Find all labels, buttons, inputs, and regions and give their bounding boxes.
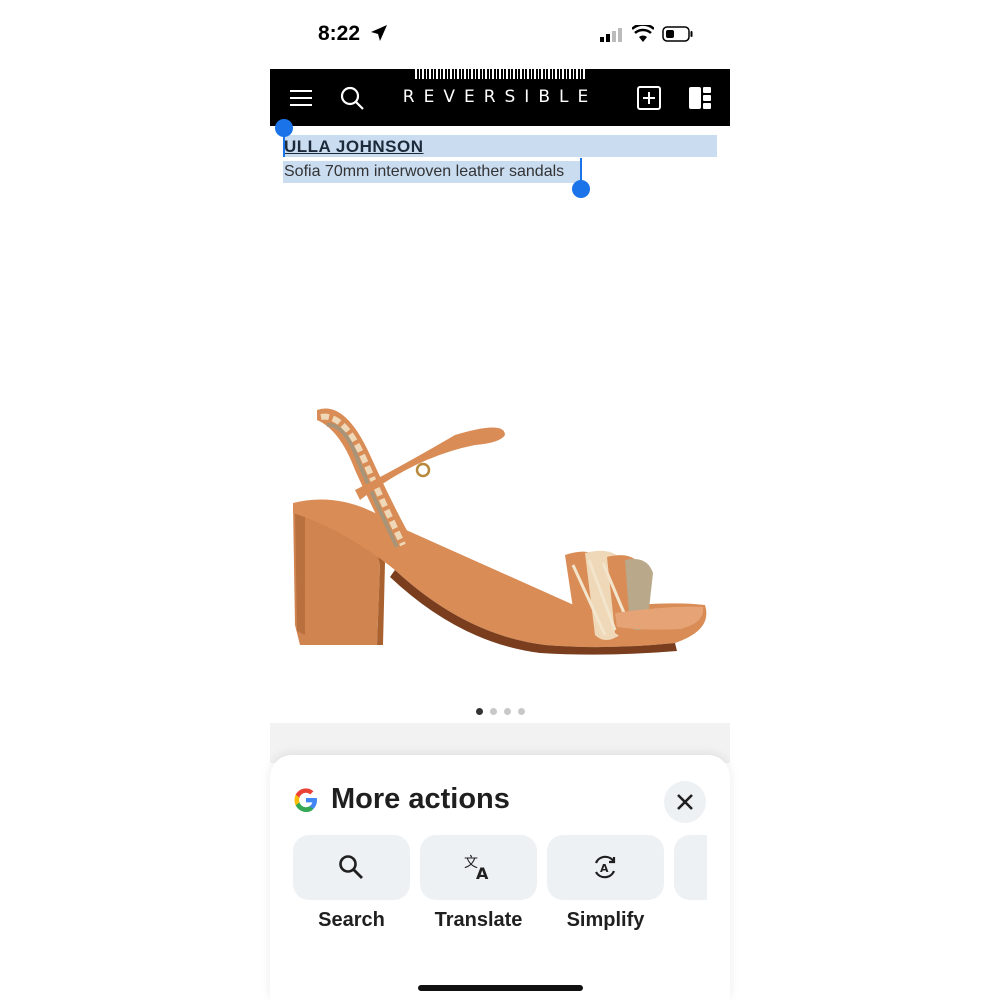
- translate-icon: 文 A: [464, 855, 489, 881]
- translate-action-label: Translate: [434, 909, 523, 931]
- status-bar: 8:22: [270, 18, 730, 52]
- translate-action-button[interactable]: 文 A: [420, 835, 537, 900]
- search-action-button[interactable]: [293, 835, 410, 900]
- more-action-button[interactable]: [674, 835, 707, 900]
- sheet-title: More actions: [331, 783, 510, 815]
- wifi-icon: [632, 25, 654, 42]
- designer-link[interactable]: ULLA JOHNSON: [284, 137, 424, 157]
- add-square-icon[interactable]: [635, 84, 663, 112]
- selection-end-line: [580, 158, 582, 182]
- svg-text:A: A: [600, 862, 609, 875]
- barcode-decoration: [415, 69, 585, 79]
- status-time: 8:22: [318, 22, 361, 45]
- close-button[interactable]: [664, 781, 706, 823]
- search-icon: [339, 855, 363, 879]
- layout-panel-icon[interactable]: [686, 84, 714, 112]
- simplify-action-label: Simplify: [566, 909, 645, 931]
- product-name: Sofia 70mm interwoven leather sandals: [284, 163, 565, 180]
- simplify-icon: A: [594, 855, 616, 879]
- close-icon: [677, 794, 693, 810]
- battery-icon: [662, 26, 693, 42]
- home-indicator[interactable]: [418, 985, 583, 991]
- search-action-label: Search: [318, 909, 385, 931]
- location-arrow-icon: [371, 25, 387, 41]
- simplify-action-button[interactable]: A: [547, 835, 664, 900]
- site-header: REVERSIBLE: [270, 69, 730, 126]
- cellular-signal-icon: [600, 28, 622, 42]
- more-actions-sheet: More actions Search 文 A Translate A Simp…: [270, 755, 730, 1000]
- gallery-dot[interactable]: [490, 708, 497, 715]
- gallery-dot[interactable]: [476, 708, 483, 715]
- gallery-pagination[interactable]: [476, 702, 532, 720]
- google-logo-icon: [294, 788, 317, 812]
- gallery-dot[interactable]: [518, 708, 525, 715]
- selection-start-handle[interactable]: [275, 119, 293, 137]
- selection-end-handle[interactable]: [572, 180, 590, 198]
- product-image[interactable]: [285, 395, 715, 660]
- svg-text:A: A: [476, 864, 489, 881]
- gallery-dot[interactable]: [504, 708, 511, 715]
